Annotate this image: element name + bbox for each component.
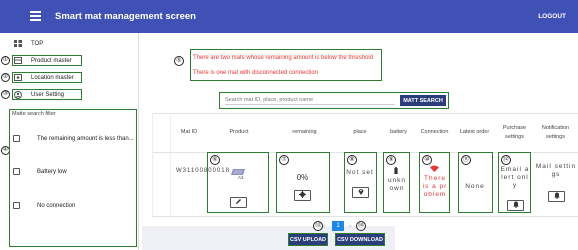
column-header-connection: Connection	[420, 129, 449, 135]
alert-message: There are two mats whose remaining amoun…	[193, 55, 374, 61]
page-title: Smart mat management screen	[55, 11, 196, 22]
search-filter-panel: Matte search filter The remaining amount…	[9, 109, 137, 247]
prev-page-button[interactable]: ‹	[319, 221, 329, 231]
divider	[152, 113, 153, 217]
logout-button[interactable]: LOGOUT	[538, 13, 566, 20]
sidebar-item-label: Location master	[31, 74, 74, 81]
sidebar-item-label: Product master	[31, 57, 72, 64]
remaining-value: 0%	[296, 173, 309, 182]
latest-order-value: None	[465, 183, 485, 190]
next-page-button[interactable]: ›	[345, 221, 355, 231]
search-input[interactable]	[225, 96, 395, 105]
remaining-settings-button[interactable]	[294, 190, 311, 201]
column-header-mat-id: Mat ID	[180, 129, 198, 135]
alert-message: There is one mat with disconnected conne…	[193, 70, 319, 76]
battery-value: unknown	[387, 177, 407, 192]
wifi-alert-icon	[430, 165, 439, 174]
gear-icon	[299, 191, 306, 200]
place-settings-button[interactable]	[352, 187, 369, 198]
place-cell: ⑧ Not set	[344, 152, 377, 213]
filter-option-battery-low[interactable]: Battery low	[13, 168, 67, 175]
annotation-marker: ⑭	[356, 221, 366, 231]
location-icon	[14, 74, 22, 81]
edit-product-button[interactable]	[230, 197, 247, 208]
sidebar-item-label: TOP	[31, 40, 44, 47]
battery-cell: ⑨ unknown	[383, 152, 410, 213]
sidebar-item-user-setting[interactable]: User Setting	[12, 89, 82, 100]
page-number-current[interactable]: 1	[332, 221, 344, 231]
column-header-latest-order: Latest order	[459, 129, 490, 135]
divider	[152, 216, 578, 217]
mat-id-cell: W31100800018	[176, 168, 230, 174]
alert-messages: There are two mats whose remaining amoun…	[190, 49, 382, 81]
column-header-place: place	[353, 129, 367, 135]
purchase-notify-button[interactable]	[507, 200, 524, 211]
annotation-marker: ⑨	[386, 155, 396, 165]
sidebar-item-product-master[interactable]: Product master	[12, 55, 82, 66]
app-bar: Smart mat management screen LOGOUT	[0, 0, 578, 33]
filter-option-no-connection[interactable]: No connection	[13, 202, 75, 209]
column-header-purchase-settings: Purchase settings	[502, 124, 527, 140]
filter-title: Matte search filter	[12, 111, 56, 117]
annotation-marker: ①	[1, 56, 10, 65]
mat-table: Mat ID Product remaining place battery C…	[152, 113, 578, 217]
csv-download-button[interactable]: CSV DOWNLOAD	[335, 233, 385, 246]
csv-upload-button[interactable]: CSV UPLOAD	[288, 233, 328, 246]
filter-option-label: Battery low	[37, 168, 67, 175]
sidebar-item-top[interactable]: TOP	[14, 38, 43, 49]
checkbox[interactable]	[13, 168, 20, 175]
annotation-marker: ⑪	[461, 155, 471, 165]
checkbox[interactable]	[13, 202, 20, 209]
purchase-settings-cell: ⑫ Email alert only	[498, 152, 531, 213]
connection-cell: ⑩ There is a problem	[419, 152, 450, 213]
bell-icon	[512, 201, 519, 210]
filter-option-remaining[interactable]: The remaining amount is less than...	[13, 135, 134, 142]
annotation-marker: ⑩	[422, 155, 432, 165]
filter-option-label: No connection	[37, 202, 76, 209]
bell-icon	[553, 192, 560, 201]
column-header-battery: battery	[390, 129, 407, 135]
product-icon	[14, 57, 22, 64]
sidebar-item-location-master[interactable]: Location master	[12, 72, 82, 83]
notification-settings-value: Mail settings	[535, 163, 577, 178]
user-icon	[14, 90, 22, 99]
dashboard-icon	[14, 40, 22, 47]
column-header-product: Product	[229, 129, 249, 135]
sidebar: TOP ① Product master ② Location master ③…	[0, 33, 139, 250]
annotation-marker: ⑫	[501, 155, 511, 165]
product-label: A3	[238, 175, 244, 180]
annotation-marker: ⑥	[210, 155, 220, 165]
sidebar-item-label: User Setting	[31, 91, 65, 98]
latest-order-cell: ⑪ None	[458, 152, 493, 213]
map-pin-icon	[358, 188, 364, 197]
purchase-settings-value: Email alert only	[500, 166, 530, 189]
mat-search-button[interactable]: MATT SEARCH	[400, 95, 446, 106]
notification-settings-cell: Mail settings	[535, 163, 577, 202]
product-cell: ⑥ A3	[207, 152, 269, 213]
battery-icon	[394, 167, 398, 176]
annotation-marker: ②	[1, 73, 10, 82]
pencil-icon	[235, 198, 242, 207]
column-header-notification-settings: Notification settings	[541, 124, 570, 140]
annotation-marker: ③	[1, 90, 10, 99]
notification-settings-button[interactable]	[548, 191, 565, 202]
place-value: Not set	[346, 169, 374, 176]
remaining-cell: ⑦ 0%	[276, 152, 330, 213]
annotation-marker: ⑦	[279, 155, 289, 165]
checkbox[interactable]	[13, 135, 20, 142]
connection-value: There is a problem	[422, 175, 448, 198]
column-header-remaining: remaining	[292, 129, 317, 135]
annotation-marker: ⑧	[347, 155, 357, 165]
menu-icon[interactable]	[30, 11, 41, 21]
search-bar: MATT SEARCH	[219, 92, 449, 109]
filter-option-label: The remaining amount is less than...	[37, 135, 134, 142]
annotation-marker: ⑤	[174, 56, 184, 66]
